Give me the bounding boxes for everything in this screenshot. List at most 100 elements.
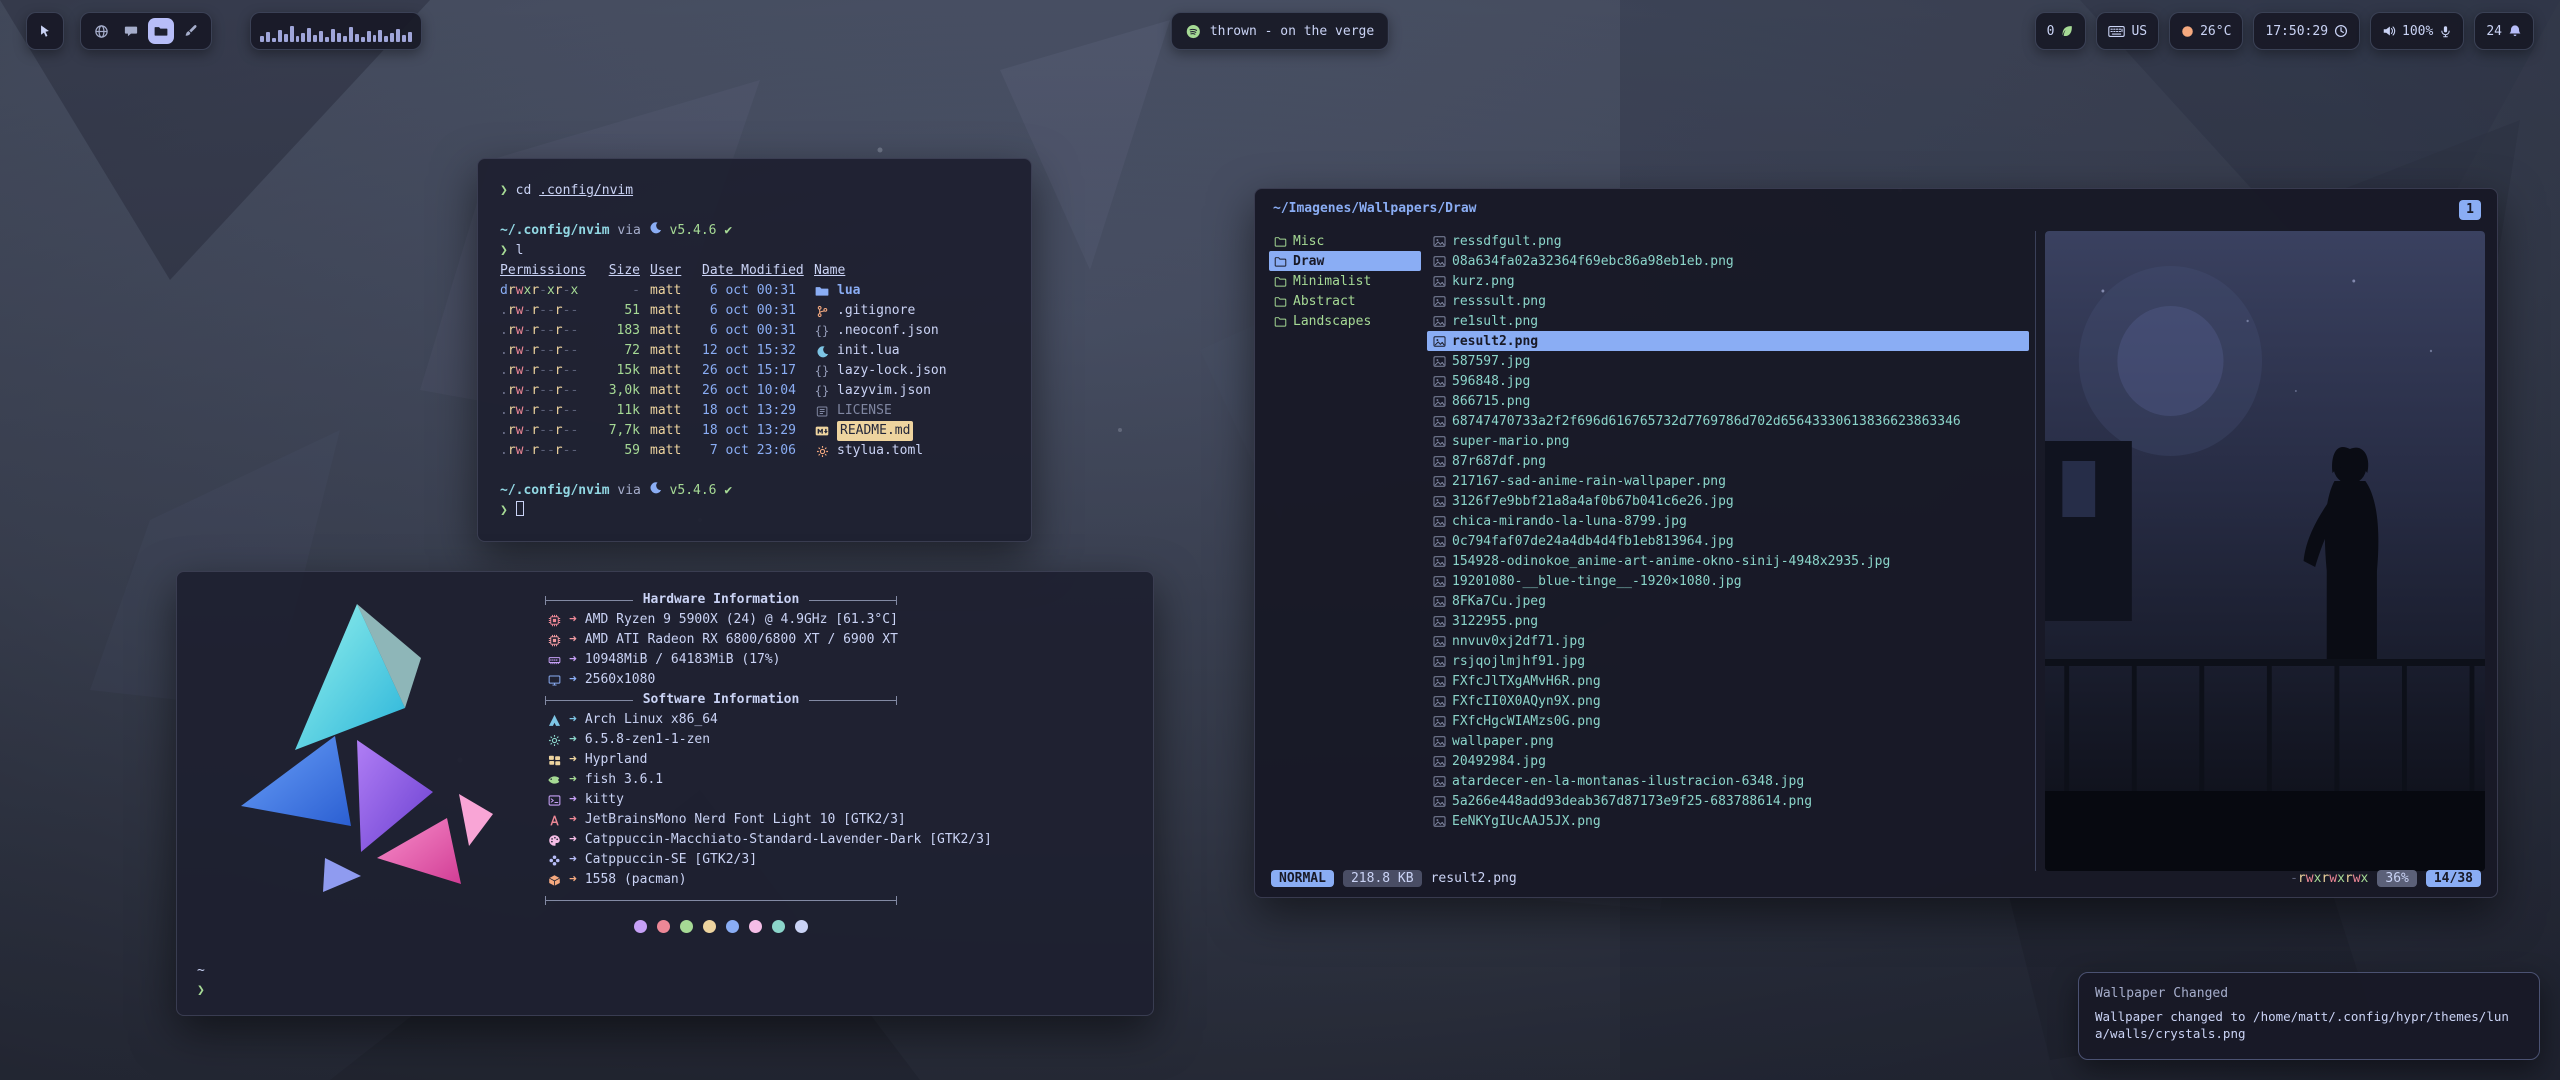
file-item[interactable]: ressdfgult.png	[1427, 231, 2029, 251]
file-item[interactable]: result2.png	[1427, 331, 2029, 351]
file-item[interactable]: 87r687df.png	[1427, 451, 2029, 471]
file-item[interactable]: FXfcJlTXgAMvH6R.png	[1427, 671, 2029, 691]
graph-bar	[313, 35, 317, 42]
file-item[interactable]: 3126f7e9bbf21a8a4af0b67b041c6e26.jpg	[1427, 491, 2029, 511]
file-item[interactable]: 5a266e448add93deab367d87173e9f25-6837886…	[1427, 791, 2029, 811]
cwd-path: ~/.config/nvim	[500, 223, 610, 238]
file-item[interactable]: FXfcHgcWIAMzs0G.png	[1427, 711, 2029, 731]
keyboard-layout-module[interactable]: US	[2096, 12, 2159, 50]
dir-item[interactable]: Misc	[1269, 231, 1421, 251]
ls-rows: drwxr-xr-x-matt 6 oct 00:31lua.rw-r--r--…	[500, 281, 1031, 461]
graph-bar	[396, 29, 400, 42]
folder-icon	[1274, 235, 1287, 248]
arrow-icon: ➜	[569, 830, 577, 850]
clock-icon	[2334, 24, 2348, 38]
image-icon	[1433, 575, 1446, 588]
file-row: .rw-r--r--11kmatt18 oct 13:29LICENSE	[500, 401, 1031, 421]
file-item[interactable]: 20492984.jpg	[1427, 751, 2029, 771]
file-item[interactable]: 587597.jpg	[1427, 351, 2029, 371]
graph-bar	[284, 34, 288, 42]
dir-list: MiscDrawMinimalistAbstractLandscapes	[1269, 231, 1421, 331]
dir-item[interactable]: Minimalist	[1269, 271, 1421, 291]
image-icon	[1433, 335, 1446, 348]
file-item[interactable]: 68747470733a2f2f696d616765732d7769786d70…	[1427, 411, 2029, 431]
file-manager-window[interactable]: ~/Imagenes/Wallpapers/Draw 1 MiscDrawMin…	[1254, 188, 2498, 898]
terminal-fastfetch-window[interactable]: Hardware Information➜AMD Ryzen 9 5900X (…	[176, 571, 1154, 1016]
volume-module[interactable]: 100%	[2370, 12, 2464, 50]
file-row: .rw-r--r--59matt 7 oct 23:06stylua.toml	[500, 441, 1031, 461]
file-item[interactable]: rsjqojlmjhf91.jpg	[1427, 651, 2029, 671]
fetch-line: ➜10948MiB / 64183MiB (17%)	[545, 650, 1145, 670]
ls-table-header: Permissions Size User Date Modified Name	[500, 261, 1031, 281]
status-filename: result2.png	[1431, 871, 1517, 886]
color-palette	[545, 920, 897, 933]
file-item[interactable]: FXfcII0X0AQyn9X.png	[1427, 691, 2029, 711]
git-icon	[814, 305, 830, 318]
fetch-prompt[interactable]: ~ ❯	[197, 961, 205, 1001]
distro-logo	[207, 598, 507, 908]
updates-module[interactable]: 0	[2035, 12, 2087, 50]
clock-module[interactable]: 17:50:29	[2253, 12, 2360, 50]
workspace-files[interactable]	[148, 18, 174, 44]
graph-bar	[325, 37, 329, 42]
workspace-paint[interactable]	[178, 18, 204, 44]
leaf-icon	[2060, 24, 2074, 38]
notifications-module[interactable]: 24	[2474, 12, 2534, 50]
graph-bar	[390, 33, 394, 42]
globe-icon	[94, 24, 109, 39]
workspace-chat[interactable]	[118, 18, 144, 44]
notification-popup[interactable]: Wallpaper Changed Wallpaper changed to /…	[2078, 972, 2540, 1060]
breadcrumb-path: ~/Imagenes/Wallpapers/Draw	[1273, 201, 1477, 216]
arch-icon	[545, 714, 563, 727]
section-footer	[545, 890, 897, 910]
launcher-button[interactable]	[26, 12, 64, 50]
file-item[interactable]: 0c794faf07de24a4db4d4fb1eb813964.jpg	[1427, 531, 2029, 551]
file-item[interactable]: 8FKa7Cu.jpeg	[1427, 591, 2029, 611]
dir-item[interactable]: Draw	[1269, 251, 1421, 271]
section-header: Hardware Information	[545, 590, 897, 610]
file-row: .rw-r--r--51matt 6 oct 00:31.gitignore	[500, 301, 1031, 321]
dir-item[interactable]: Abstract	[1269, 291, 1421, 311]
file-item[interactable]: re1sult.png	[1427, 311, 2029, 331]
file-item[interactable]: 08a634fa02a32364f69ebc86a98eb1eb.png	[1427, 251, 2029, 271]
terminal-nvim-window[interactable]: ❯ cd .config/nvim ~/.config/nvim via v5.…	[477, 158, 1032, 542]
file-item[interactable]: nnvuv0xj2df71.jpg	[1427, 631, 2029, 651]
image-icon	[1433, 695, 1446, 708]
graph-bar	[307, 28, 311, 42]
arrow-icon: ➜	[569, 870, 577, 890]
file-item[interactable]: super-mario.png	[1427, 431, 2029, 451]
thermometer-icon	[2181, 25, 2194, 38]
file-item[interactable]: 866715.png	[1427, 391, 2029, 411]
file-row: .rw-r--r--183matt 6 oct 00:31{}.neoconf.…	[500, 321, 1031, 341]
palette-dot	[726, 920, 739, 933]
file-item[interactable]: wallpaper.png	[1427, 731, 2029, 751]
shell-input-line[interactable]: ❯	[500, 501, 1031, 521]
graph-bar	[343, 36, 347, 42]
file-item[interactable]: 3122955.png	[1427, 611, 2029, 631]
arrow-icon: ➜	[569, 610, 577, 630]
shell-command-line: ❯ cd .config/nvim	[500, 181, 1031, 201]
file-item[interactable]: kurz.png	[1427, 271, 2029, 291]
file-item[interactable]: resssult.png	[1427, 291, 2029, 311]
keyboard-layout-value: US	[2131, 24, 2147, 39]
file-item[interactable]: EeNKYgIUcAAJ5JX.png	[1427, 811, 2029, 831]
system-graph[interactable]	[250, 12, 422, 50]
file-item[interactable]: 154928-odinokoe_anime-art-anime-okno-sin…	[1427, 551, 2029, 571]
starship-prompt-line: ~/.config/nvim via v5.4.6 ✔	[500, 481, 1031, 501]
image-preview	[2045, 231, 2485, 871]
chip-icon	[545, 614, 563, 627]
clock-value: 17:50:29	[2265, 24, 2328, 39]
file-item[interactable]: 596848.jpg	[1427, 371, 2029, 391]
dir-item[interactable]: Landscapes	[1269, 311, 1421, 331]
preview-image	[2045, 231, 2485, 871]
file-item[interactable]: 19201080-__blue-tinge__-1920×1080.jpg	[1427, 571, 2029, 591]
image-icon	[1433, 775, 1446, 788]
palette-dot	[703, 920, 716, 933]
workspace-browser[interactable]	[88, 18, 114, 44]
file-item[interactable]: chica-mirando-la-luna-8799.jpg	[1427, 511, 2029, 531]
music-player-widget[interactable]: thrown - on the verge	[1171, 12, 1389, 50]
temperature-module[interactable]: 26°C	[2169, 12, 2243, 50]
file-item[interactable]: atardecer-en-la-montanas-ilustracion-634…	[1427, 771, 2029, 791]
file-item[interactable]: 217167-sad-anime-rain-wallpaper.png	[1427, 471, 2029, 491]
markdown-icon	[814, 424, 830, 438]
